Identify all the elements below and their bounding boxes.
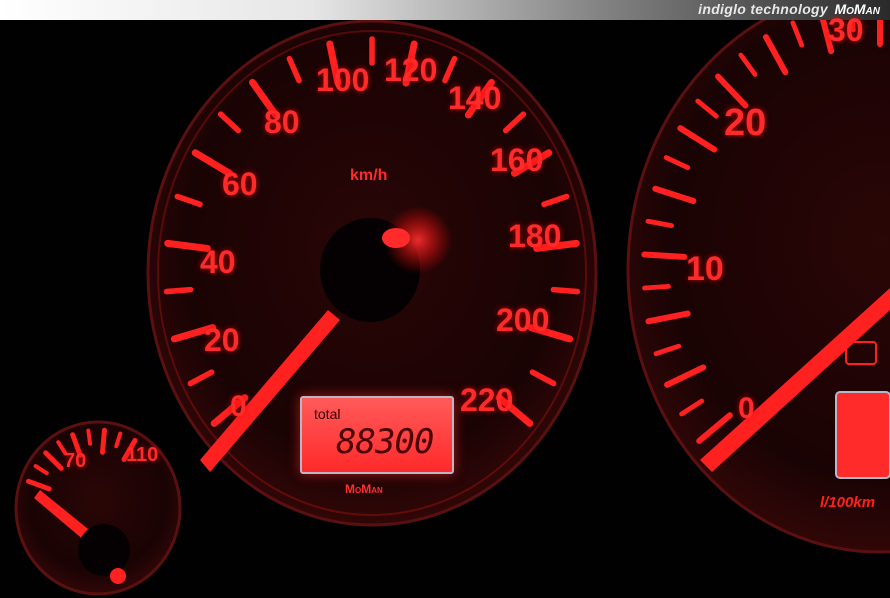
speed-label-100: 100 [316, 62, 370, 98]
small-gauge-label-110: 110 [126, 444, 159, 466]
speed-label-140: 140 [448, 80, 502, 116]
consumption-label-0: 0 [738, 392, 755, 425]
small-gauge-tick [100, 427, 107, 455]
speed-label-120: 120 [384, 52, 438, 88]
speed-label-160: 160 [490, 142, 544, 178]
dial-brand-logo: MoMan [345, 482, 383, 496]
banner-text: indiglo technology [698, 1, 828, 17]
odometer-value: 88300 [336, 422, 434, 462]
speed-label-0: 0 [230, 390, 247, 423]
consumption-unit-label: l/100km [820, 494, 876, 511]
consumption-label-30: 30 [828, 12, 864, 48]
small-gauge-tick [86, 428, 93, 446]
speed-label-180: 180 [508, 218, 562, 254]
consumption-tick [642, 284, 671, 291]
small-gauge-label-70: 70 [64, 450, 87, 472]
speed-label-80: 80 [264, 104, 300, 140]
speed-unit-label: km/h [350, 167, 388, 184]
odometer-display: total 88300 [300, 396, 454, 474]
photo: indiglo technology MoMan km/h 0 20 40 60… [0, 0, 890, 598]
speed-label-40: 40 [200, 244, 236, 280]
speed-tick [163, 286, 194, 295]
speed-label-220: 220 [460, 382, 514, 418]
consumption-tick [641, 251, 688, 260]
speed-label-60: 60 [222, 166, 258, 202]
speed-tick [550, 286, 581, 295]
speed-label-200: 200 [496, 302, 550, 338]
consumption-label-20: 20 [724, 102, 767, 144]
speed-label-20: 20 [204, 322, 240, 358]
consumption-label-10: 10 [686, 250, 724, 288]
consumption-gauge [626, 20, 890, 554]
odometer-label: total [314, 406, 341, 422]
top-banner: indiglo technology MoMan [0, 0, 890, 20]
consumption-display [835, 391, 890, 479]
